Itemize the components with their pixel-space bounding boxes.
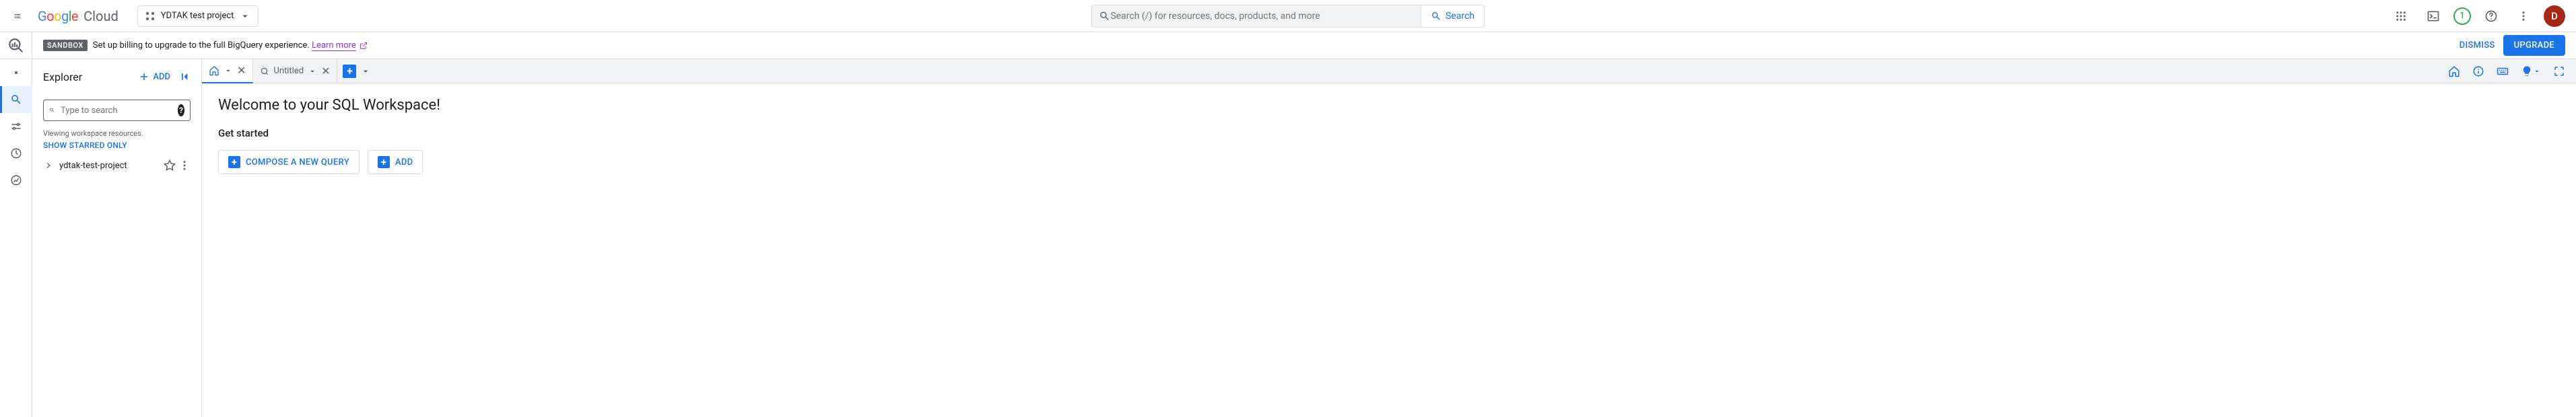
search-input[interactable]: [1110, 11, 1414, 22]
explorer-body: ? Viewing workspace resources. SHOW STAR…: [32, 94, 201, 176]
user-avatar[interactable]: D: [2544, 5, 2565, 27]
search-icon: [1099, 10, 1110, 22]
rail-item-dot[interactable]: [0, 59, 32, 86]
search-help-icon[interactable]: ?: [178, 104, 184, 116]
add-data-label: ADD: [395, 157, 413, 167]
add-data-button[interactable]: + ADD: [368, 150, 423, 174]
add-button[interactable]: ADD: [134, 68, 174, 85]
plus-icon: [138, 71, 150, 83]
search-button-label: Search: [1446, 11, 1475, 22]
tab-home[interactable]: ✕: [202, 59, 253, 83]
compose-query-label: COMPOSE A NEW QUERY: [246, 157, 349, 167]
close-tab-icon[interactable]: ✕: [321, 65, 330, 77]
external-link-icon: [360, 42, 368, 50]
mini-nav-rail: [0, 59, 32, 417]
apps-icon[interactable]: [2389, 4, 2413, 28]
project-picker[interactable]: YDTAK test project: [137, 5, 259, 27]
info-icon[interactable]: [2470, 63, 2487, 80]
home-shortcut-icon[interactable]: [2445, 63, 2463, 80]
cloud-word: Cloud: [83, 8, 118, 24]
search-icon: [49, 105, 55, 116]
google-cloud-logo[interactable]: Google Cloud: [38, 8, 118, 24]
tab-untitled[interactable]: Untitled ✕: [253, 59, 337, 83]
project-tree-item[interactable]: ydtak-test-project: [38, 155, 196, 176]
project-tree-label: ydtak-test-project: [59, 161, 158, 171]
close-tab-icon[interactable]: ✕: [237, 64, 246, 77]
free-trial-badge[interactable]: 1: [2453, 7, 2471, 25]
search-box[interactable]: [1091, 5, 1421, 28]
help-icon[interactable]: [2479, 4, 2503, 28]
upgrade-button[interactable]: UPGRADE: [2503, 35, 2565, 56]
more-vert-icon[interactable]: [178, 159, 191, 172]
workspace-content: Welcome to your SQL Workspace! Get start…: [202, 83, 2576, 188]
home-icon: [209, 65, 219, 76]
plus-box-icon: +: [228, 156, 240, 168]
hamburger-menu-icon[interactable]: [5, 4, 30, 28]
rail-item-scheduled[interactable]: [0, 140, 32, 167]
workspace: ✕ Untitled ✕ +: [202, 59, 2576, 417]
get-started-heading: Get started: [218, 127, 2560, 139]
dismiss-button[interactable]: DISMISS: [2460, 40, 2495, 50]
keyboard-icon[interactable]: [2494, 63, 2511, 80]
explorer-title: Explorer: [43, 71, 134, 83]
clock-icon: [10, 147, 22, 159]
tab-label: Untitled: [273, 66, 304, 76]
plus-box-icon: +: [378, 156, 390, 168]
tree-row-actions: [164, 159, 191, 172]
action-buttons: + COMPOSE A NEW QUERY + ADD: [218, 150, 2560, 174]
star-icon[interactable]: [164, 159, 176, 172]
show-starred-button[interactable]: SHOW STARRED ONLY: [38, 138, 196, 155]
bigquery-icon: [7, 37, 25, 54]
explorer-search-input[interactable]: [61, 106, 172, 116]
sandbox-banner: SANDBOX Set up billing to upgrade to the…: [0, 32, 2576, 59]
google-logo-text: Google: [38, 8, 78, 24]
banner-message: Set up billing to upgrade to the full Bi…: [93, 40, 368, 50]
welcome-title: Welcome to your SQL Workspace!: [218, 97, 2560, 114]
rail-item-capacity[interactable]: [0, 167, 32, 194]
explorer-panel: Explorer ADD ? Viewing workspace resourc…: [32, 59, 202, 417]
viewing-text: Viewing workspace resources.: [38, 126, 196, 138]
global-search: Search: [1091, 5, 1485, 28]
search-icon: [1431, 11, 1442, 22]
tab-menu-caret-icon[interactable]: [360, 66, 371, 77]
chevron-down-icon: [239, 10, 251, 22]
tab-bar: ✕ Untitled ✕ +: [202, 59, 2576, 83]
main-layout: Explorer ADD ? Viewing workspace resourc…: [0, 59, 2576, 417]
analytics-icon: [10, 174, 22, 186]
chevron-down-icon[interactable]: [224, 66, 233, 75]
add-button-label: ADD: [153, 72, 170, 82]
cloud-shell-icon[interactable]: [2421, 4, 2445, 28]
learn-more-link[interactable]: Learn more: [312, 40, 356, 51]
sandbox-tag: SANDBOX: [43, 40, 88, 51]
search-button[interactable]: Search: [1421, 5, 1485, 28]
top-header: Google Cloud YDTAK test project Search 1: [0, 0, 2576, 32]
banner-actions: DISMISS UPGRADE: [2460, 35, 2576, 56]
compose-query-button[interactable]: + COMPOSE A NEW QUERY: [218, 150, 360, 174]
explorer-search-field[interactable]: ?: [43, 100, 191, 121]
avatar-initial: D: [2551, 10, 2558, 22]
top-right-controls: 1 D: [2389, 4, 2571, 28]
project-name: YDTAK test project: [161, 11, 234, 21]
collapse-panel-button[interactable]: [174, 66, 196, 87]
rail-item-explorer[interactable]: [0, 86, 32, 113]
explorer-header: Explorer ADD: [32, 59, 201, 94]
collapse-left-icon: [178, 70, 192, 83]
trial-count: 1: [2460, 11, 2464, 21]
rail-item-transfers[interactable]: [0, 113, 32, 140]
new-tab-button[interactable]: +: [343, 65, 356, 78]
chevron-right-icon: [43, 160, 54, 171]
more-vert-icon[interactable]: [2511, 4, 2536, 28]
chevron-down-icon[interactable]: [308, 67, 317, 76]
banner-rail-gap: [0, 32, 32, 59]
fullscreen-icon[interactable]: [2550, 63, 2568, 80]
search-icon: [10, 93, 22, 106]
workspace-toolbar-right: [2445, 63, 2576, 80]
lightbulb-icon[interactable]: [2518, 63, 2544, 80]
sliders-icon: [10, 120, 22, 132]
project-icon: [145, 11, 156, 22]
query-icon: [260, 67, 269, 76]
